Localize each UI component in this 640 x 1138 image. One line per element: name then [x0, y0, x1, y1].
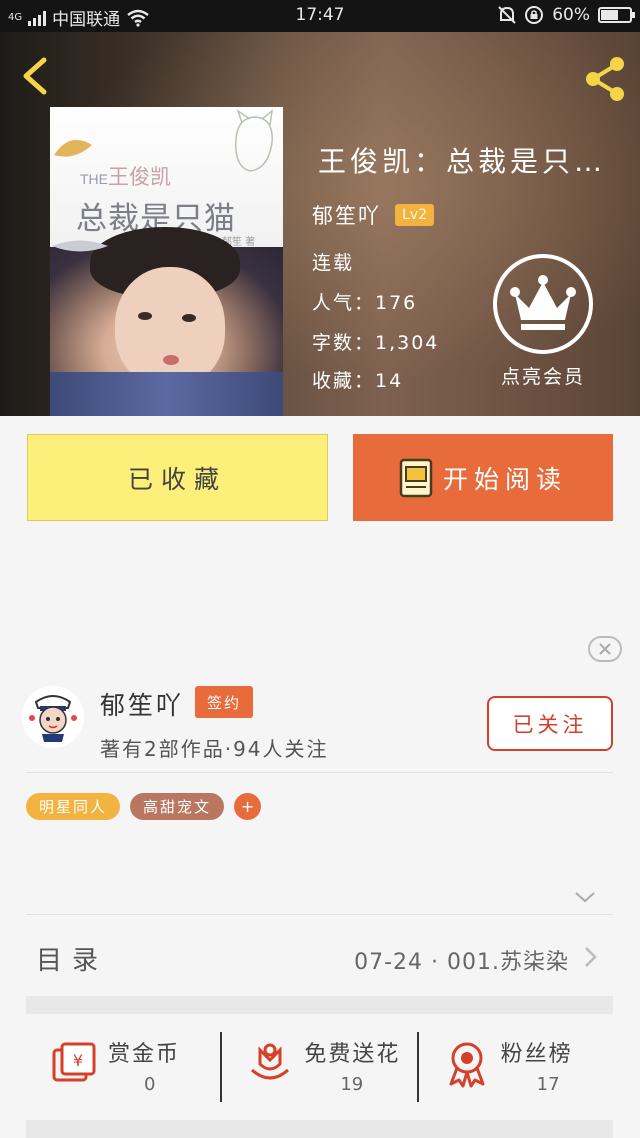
divider	[26, 914, 613, 915]
start-reading-label: 开始阅读	[442, 464, 567, 494]
author-card-stats: 著有2部作品·94人关注	[100, 737, 329, 761]
vip-button[interactable]: 点亮会员	[493, 254, 593, 389]
book-icon	[399, 458, 433, 498]
author-card-name[interactable]: 郁笙吖	[100, 686, 184, 722]
action-count: 19	[340, 1074, 364, 1095]
status-right: 60%	[498, 5, 635, 25]
expand-button[interactable]	[574, 886, 596, 908]
rotation-lock-icon	[525, 6, 544, 24]
battery-percent: 60%	[552, 5, 590, 25]
flower-icon	[251, 1043, 290, 1080]
book-word-count: 字数：1,304	[312, 332, 440, 354]
section-separator	[26, 996, 613, 1014]
signed-badge: 签约	[195, 686, 254, 718]
vip-label: 点亮会员	[500, 366, 585, 388]
reward-coins-button[interactable]: ¥ 赏金币 0	[26, 1014, 220, 1114]
leaf-decoration-icon	[54, 139, 92, 157]
medal-icon	[449, 1042, 485, 1088]
svg-text:¥: ¥	[73, 1051, 83, 1070]
book-header: THE王俊凯 总裁是只猫 郁笙 著 王俊凯：总裁是只… 郁笙吖 Lv2 连载 人…	[0, 32, 640, 416]
fish-decoration-icon	[52, 240, 108, 252]
author-name[interactable]: 郁笙吖	[312, 200, 381, 230]
cover-photo-eye	[138, 312, 152, 320]
level-badge: Lv2	[395, 204, 434, 226]
cover-title-name: 王俊凯	[108, 166, 171, 189]
vip-ring	[493, 254, 593, 354]
close-icon	[599, 643, 611, 655]
latest-chapter: 07-24 · 001.苏柒染	[354, 950, 569, 975]
crown-icon	[510, 275, 576, 330]
author-row: 郁笙吖 Lv2	[312, 200, 434, 230]
cover-prefix: THE	[80, 171, 108, 187]
battery-icon	[598, 7, 635, 23]
cover-photo-face	[115, 267, 225, 387]
divider	[26, 772, 613, 773]
action-bar: ¥ 赏金币 0 免费送花 19 粉丝榜 17	[26, 1014, 613, 1114]
follow-button[interactable]: 已关注	[487, 696, 613, 751]
book-popularity: 人气：176	[312, 292, 418, 314]
back-button[interactable]	[14, 54, 58, 98]
action-label: 免费送花	[304, 1042, 401, 1067]
book-title: 王俊凯：总裁是只…	[318, 145, 607, 178]
mute-bell-icon	[498, 6, 516, 24]
collected-button[interactable]: 已收藏	[27, 434, 328, 521]
cover-photo-mouth	[163, 355, 179, 365]
cover-photo-uniform	[50, 372, 283, 416]
cover-title-line1: THE王俊凯	[80, 161, 171, 191]
share-icon	[586, 57, 624, 101]
send-flower-button[interactable]: 免费送花 19	[222, 1014, 416, 1114]
tag-list: 明星同人 高甜宠文 +	[26, 793, 262, 820]
avatar[interactable]	[22, 686, 84, 748]
fan-ranking-button[interactable]: 粉丝榜 17	[419, 1014, 613, 1114]
add-tag-button[interactable]: +	[234, 793, 262, 820]
action-count: 0	[144, 1074, 156, 1095]
book-status: 连载	[312, 252, 355, 274]
chevron-right-icon	[585, 947, 597, 967]
tag-item[interactable]: 明星同人	[26, 793, 121, 820]
red-envelope-icon: ¥	[52, 1042, 96, 1082]
toc-label: 目录	[36, 946, 109, 976]
cat-sketch-icon	[235, 109, 274, 172]
chevron-down-icon	[575, 892, 595, 903]
action-label: 赏金币	[108, 1042, 181, 1067]
book-favorites: 收藏：14	[312, 370, 404, 392]
cover-photo-eye	[182, 314, 196, 322]
start-reading-button[interactable]: 开始阅读	[353, 434, 613, 521]
status-bar: 4G 中国联通 17:47 60%	[0, 0, 640, 32]
close-ad-button[interactable]	[588, 636, 622, 662]
action-count: 17	[536, 1074, 560, 1095]
book-cover[interactable]: THE王俊凯 总裁是只猫 郁笙 著	[50, 107, 283, 416]
action-label: 粉丝榜	[500, 1042, 573, 1067]
chevron-left-icon	[23, 57, 47, 95]
avatar-image	[22, 686, 84, 748]
tag-item[interactable]: 高甜宠文	[130, 793, 225, 820]
section-separator	[26, 1120, 613, 1138]
table-of-contents-row[interactable]: 目录 07-24 · 001.苏柒染	[26, 916, 613, 996]
share-button[interactable]	[580, 54, 630, 104]
